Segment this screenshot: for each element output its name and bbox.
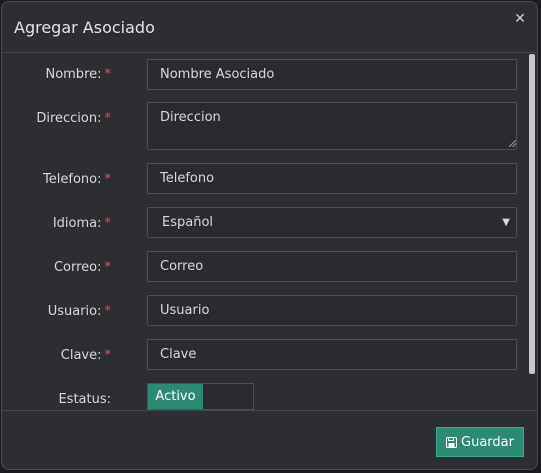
form-row-estatus: Estatus: Activo	[2, 383, 529, 410]
form-row-idioma: Idioma: * Español ▼	[2, 207, 529, 238]
usuario-input[interactable]	[147, 295, 517, 326]
modal-scrollbar[interactable]	[527, 53, 537, 410]
required-asterisk: *	[104, 172, 112, 187]
nombre-label: Nombre: *	[45, 67, 111, 82]
estatus-toggle[interactable]: Activo	[147, 383, 254, 410]
toggle-active-label: Activo	[148, 384, 203, 409]
save-button[interactable]: Guardar	[436, 427, 524, 457]
modal-title: Agregar Asociado	[14, 18, 155, 37]
idioma-label: Idioma: *	[52, 216, 112, 231]
nombre-input[interactable]	[147, 59, 517, 90]
required-asterisk: *	[104, 304, 112, 319]
form-row-telefono: Telefono: *	[2, 163, 529, 194]
modal-footer: Guardar	[2, 410, 537, 469]
required-asterisk: *	[104, 348, 112, 363]
form-row-nombre: Nombre: *	[2, 59, 529, 90]
idioma-select[interactable]: Español ▼	[147, 207, 517, 238]
direccion-textarea[interactable]	[147, 102, 517, 150]
idioma-selected-value: Español	[162, 215, 214, 230]
add-associate-modal: Agregar Asociado ✕ Nombre:* Direccion:* …	[1, 1, 538, 470]
form-row-correo: Correo: *	[2, 251, 529, 282]
clave-input[interactable]	[147, 339, 517, 370]
correo-input[interactable]	[147, 251, 517, 282]
clave-label: Clave: *	[60, 348, 112, 363]
estatus-label: Estatus:	[58, 392, 111, 407]
resize-grip-icon[interactable]	[509, 140, 516, 147]
required-asterisk: *	[104, 216, 112, 231]
form-row-clave: Clave: *	[2, 339, 529, 370]
required-asterisk: *	[104, 67, 112, 82]
scrollbar-thumb[interactable]	[529, 54, 535, 374]
close-icon[interactable]: ✕	[513, 12, 527, 26]
form-row-usuario: Usuario: *	[2, 295, 529, 326]
correo-label: Correo: *	[53, 260, 112, 275]
modal-body: Nombre:* Direccion:* Telefono:* Idioma:*…	[2, 53, 537, 410]
required-asterisk: *	[104, 111, 112, 126]
direccion-label: Direccion: *	[36, 111, 111, 126]
telefono-input[interactable]	[147, 163, 517, 194]
caret-down-icon: ▼	[502, 217, 510, 228]
telefono-label: Telefono: *	[43, 172, 111, 187]
floppy-disk-icon	[446, 436, 458, 448]
usuario-label: Usuario: *	[47, 304, 112, 319]
save-button-label: Guardar	[461, 434, 514, 450]
form-row-direccion: Direccion: *	[2, 102, 529, 150]
required-asterisk: *	[104, 260, 112, 275]
modal-header: Agregar Asociado ✕	[2, 2, 537, 53]
